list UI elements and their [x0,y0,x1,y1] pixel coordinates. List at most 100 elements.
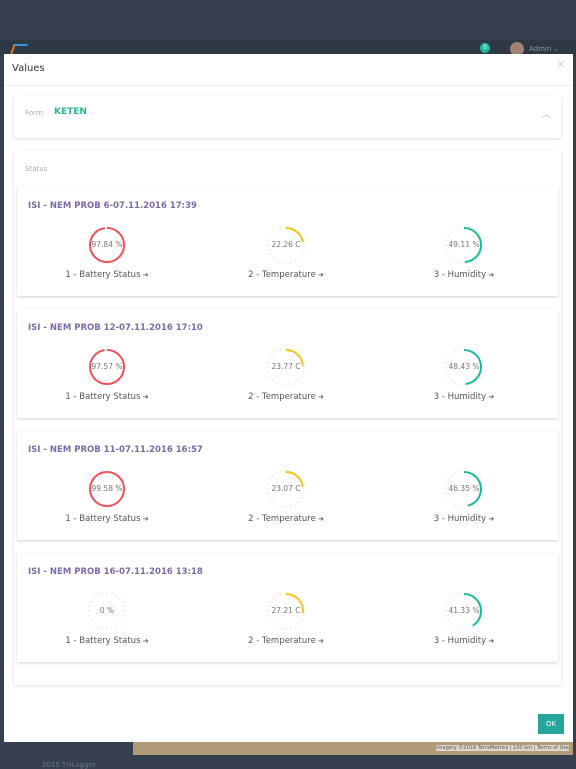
gauge-tick [302,371,305,373]
gauge-tick [446,600,450,603]
gauge-link[interactable]: 1 - Battery Status ➔ [37,270,177,280]
gauge-tick [294,503,297,507]
gauge-tick [297,256,301,260]
gauge-tick [123,615,126,617]
gauge-tick [118,622,122,626]
gauge-tick [88,615,91,617]
arrow-circle-right-icon[interactable]: ➔ [316,271,324,279]
gauge-tick [294,259,297,263]
gauge-tick [275,625,278,629]
gauge-value: 22.26 C [271,240,301,249]
gauge-link[interactable]: 1 - Battery Status ➔ [37,392,177,402]
arrow-circle-right-icon[interactable]: ➔ [316,393,324,401]
gauge-label: 2 - Temperature [248,636,316,646]
gauge-label: 1 - Battery Status [65,270,141,280]
gauge-tick [453,503,456,507]
user-menu[interactable]: Admin ⌄ [529,45,559,53]
gauge-value: 46.35 % [448,484,480,493]
gauge-tick [446,375,450,378]
gauge-tick [449,378,453,382]
card-title: ISI - NEM PROB 12-07.11.2016 17:10 [28,323,203,333]
gauge-tick [268,600,272,603]
arrow-circle-right-icon[interactable]: ➔ [316,515,324,523]
gauge-link[interactable]: 2 - Temperature ➔ [216,636,356,646]
gauge-tick [297,500,301,504]
gauge-label: 3 - Humidity [433,270,487,280]
gauge-tick [121,600,125,603]
arrow-circle-right-icon[interactable]: ➔ [316,637,324,645]
gauge-link[interactable]: 3 - Humidity ➔ [394,514,534,524]
gauge-tick [271,596,275,600]
ok-button[interactable]: OK [538,714,564,734]
gauge-tick [453,349,456,353]
gauge-label: 3 - Humidity [433,392,487,402]
gauge-value: 27.21 C [271,606,301,615]
gauge-label: 3 - Humidity [433,636,487,646]
gauge-battery: 0 % 1 - Battery Status ➔ [37,591,177,646]
gauge-tick [300,619,304,622]
gauge-tick [280,383,282,386]
arrow-circle-right-icon[interactable]: ➔ [141,271,149,279]
gauge-tick [458,470,460,473]
gauge-tick [267,371,270,373]
gauge-tick [280,592,282,595]
gauge-tick [458,627,460,630]
gauge-tick [446,619,450,622]
imagery-credit: Imagery ©2016 TerraMetrics [436,745,509,751]
map-scale: 100 km [513,745,533,751]
terms-link[interactable]: Terms of Use [537,745,569,751]
gauge-link[interactable]: 1 - Battery Status ➔ [37,514,177,524]
chevron-up-icon[interactable]: ︿ [542,107,551,120]
gauge-tick [111,592,113,595]
gauge-tick [275,259,278,263]
arrow-circle-right-icon[interactable]: ➔ [486,515,494,523]
gauge-link[interactable]: 3 - Humidity ➔ [394,270,534,280]
gauge-value: 0 % [99,606,115,615]
gauge-tick [275,349,278,353]
gauge-link[interactable]: 3 - Humidity ➔ [394,636,534,646]
gauge-tick [275,593,278,597]
gauge-value: 23.77 C [271,362,301,371]
form-value: KETEN [54,107,87,117]
arrow-circle-right-icon[interactable]: ➔ [141,515,149,523]
gauge-tick [446,234,450,237]
gauge-link[interactable]: 2 - Temperature ➔ [216,270,356,280]
gauge-tick [280,627,282,630]
gauge-tick [101,627,103,630]
notification-badge[interactable]: 0 [480,43,490,53]
status-panel: Status ISI - NEM PROB 6-07.11.2016 17:39… [14,150,561,685]
arrow-circle-right-icon[interactable]: ➔ [486,271,494,279]
gauge-tick [271,256,275,260]
arrow-circle-right-icon[interactable]: ➔ [486,637,494,645]
gauge-tick [468,627,470,630]
form-label: Form: [25,109,45,117]
card-title: ISI - NEM PROB 11-07.11.2016 16:57 [28,445,203,455]
gauge-link[interactable]: 1 - Battery Status ➔ [37,636,177,646]
form-panel: Form: KETEN ︿ [14,95,561,138]
gauge-tick [268,619,272,622]
gauge-temperature: 23.77 C 2 - Temperature ➔ [216,347,356,402]
arrow-circle-right-icon[interactable]: ➔ [141,393,149,401]
gauge-tick [89,600,93,603]
gauge-tick [449,256,453,260]
gauge-tick [458,226,460,229]
close-icon[interactable]: × [557,59,565,70]
gauge-tick [271,230,275,234]
gauge-tick [111,627,113,630]
gauge-link[interactable]: 2 - Temperature ➔ [216,392,356,402]
gauge-tick [300,253,304,256]
map[interactable]: Imagery ©2016 TerraMetrics | 100 km | Te… [133,742,573,755]
gauge-link[interactable]: 2 - Temperature ➔ [216,514,356,524]
gauge-tick [446,497,450,500]
gauge-temperature: 22.26 C 2 - Temperature ➔ [216,225,356,280]
gauge-label: 2 - Temperature [248,392,316,402]
gauge-label: 2 - Temperature [248,514,316,524]
gauge-tick [302,249,305,251]
gauge-tick [89,619,93,622]
arrow-circle-right-icon[interactable]: ➔ [486,393,494,401]
gauge-tick [446,356,450,359]
gauge-tick [458,261,460,264]
gauge-link[interactable]: 3 - Humidity ➔ [394,392,534,402]
arrow-circle-right-icon[interactable]: ➔ [141,637,149,645]
gauge-value: 99.58 % [91,484,123,493]
